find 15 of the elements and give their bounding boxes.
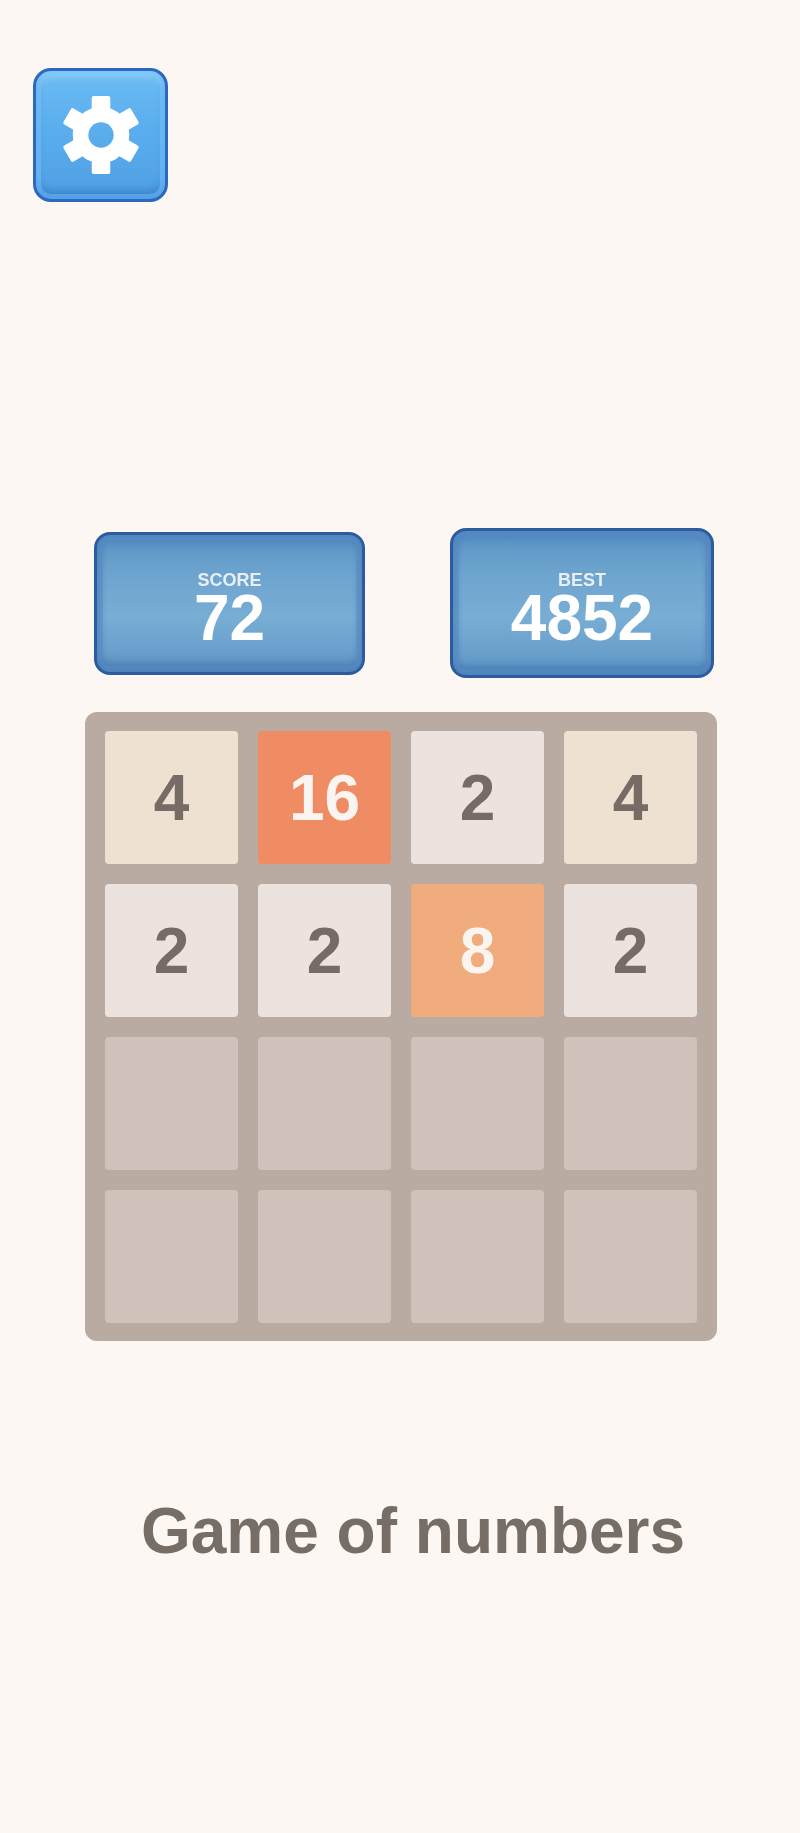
settings-icon <box>61 96 140 174</box>
score-value: 4852 <box>510 590 654 646</box>
game-title: Game of numbers <box>140 1499 686 1563</box>
score-label: BEST <box>558 570 606 590</box>
score-value: 72 <box>193 590 266 646</box>
number-tile: 4 <box>564 731 697 864</box>
settings-button[interactable] <box>33 68 168 202</box>
number-tile: 2 <box>411 731 544 864</box>
score-label: SCORE <box>197 570 262 590</box>
number-tile: 2 <box>258 884 391 1017</box>
number-tile: 8 <box>411 884 544 1017</box>
number-tile: 16 <box>258 731 391 864</box>
number-tile: 2 <box>105 884 238 1017</box>
number-tile: 4 <box>105 731 238 864</box>
number-tile: 2 <box>564 884 697 1017</box>
